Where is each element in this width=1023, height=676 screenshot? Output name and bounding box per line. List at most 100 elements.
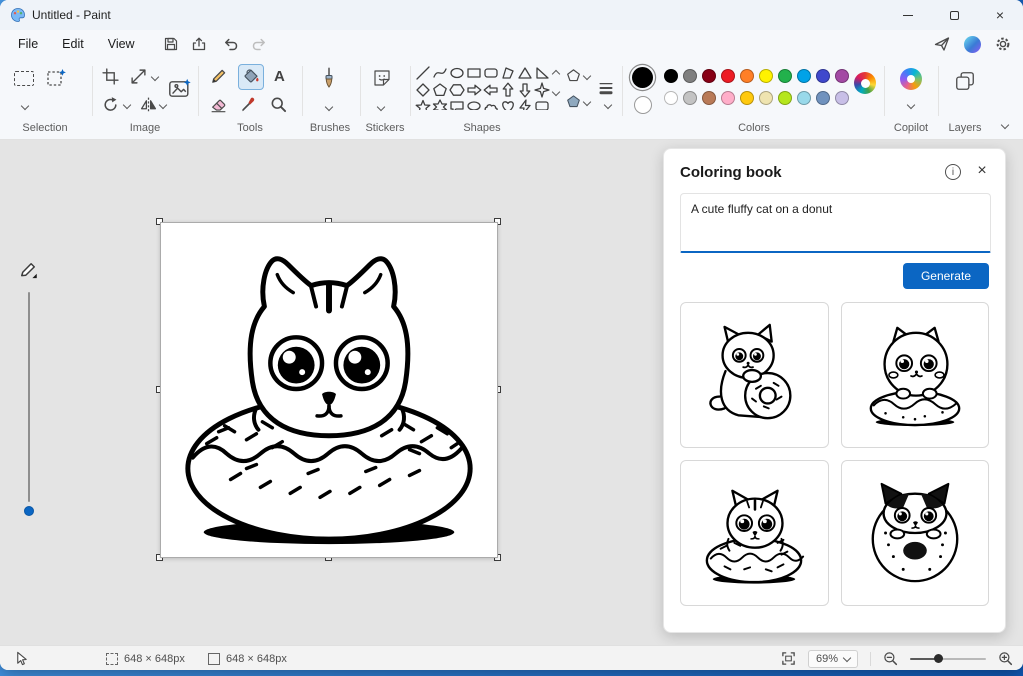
line-size-dropdown[interactable] [598, 80, 614, 96]
color-swatch[interactable] [835, 91, 849, 105]
color-swatch[interactable] [816, 69, 830, 83]
crop-button[interactable] [102, 68, 119, 85]
zoom-out-button[interactable] [883, 651, 898, 666]
stickers-chevron[interactable] [378, 104, 384, 110]
fill-tool-button[interactable] [238, 64, 264, 90]
shape-diamond-button[interactable] [414, 81, 431, 98]
rotate-chevron[interactable] [124, 102, 130, 108]
color-swatch[interactable] [740, 91, 754, 105]
shape-up-arrow-button[interactable] [499, 81, 516, 98]
drawing-canvas[interactable] [160, 222, 498, 558]
shape-oval-bubble-button[interactable] [465, 98, 482, 110]
shape-heart-button[interactable] [499, 98, 516, 110]
zoom-in-button[interactable] [998, 651, 1013, 666]
shape-triangle-button[interactable] [516, 64, 533, 81]
info-icon[interactable]: i [945, 164, 961, 180]
eraser-tool-button[interactable] [210, 96, 227, 113]
color-swatch[interactable] [740, 69, 754, 83]
thumbnail-option-2[interactable] [841, 302, 990, 448]
shape-outline-dropdown[interactable] [566, 68, 581, 83]
color-swatch[interactable] [778, 69, 792, 83]
generate-button[interactable]: Generate [903, 263, 989, 289]
account-avatar[interactable] [964, 36, 981, 53]
minimize-button[interactable] [885, 0, 931, 30]
pen-size-slider-track[interactable] [28, 292, 30, 502]
prompt-input[interactable]: A cute fluffy cat on a donut [680, 193, 991, 253]
shape-rectangle-button[interactable] [465, 64, 482, 81]
shape-fill-dropdown[interactable] [566, 94, 581, 109]
ai-image-button[interactable] [168, 78, 192, 100]
edit-menu[interactable]: Edit [50, 33, 96, 55]
maximize-button[interactable] [931, 0, 977, 30]
color-swatch[interactable] [683, 91, 697, 105]
file-menu[interactable]: File [6, 33, 50, 55]
pen-options-button[interactable] [18, 260, 38, 280]
save-button[interactable] [157, 33, 185, 55]
shape-line-button[interactable] [414, 64, 431, 81]
shapes-scroll-up[interactable] [553, 71, 559, 77]
share-button[interactable] [185, 33, 213, 55]
color-swatch[interactable] [778, 91, 792, 105]
view-menu[interactable]: View [96, 33, 147, 55]
color-swatch[interactable] [797, 91, 811, 105]
color-swatch[interactable] [835, 69, 849, 83]
shape-oval-button[interactable] [448, 64, 465, 81]
color-swatch[interactable] [702, 91, 716, 105]
send-feedback-icon[interactable] [928, 33, 956, 55]
shapes-scroll-down[interactable] [553, 89, 559, 95]
color-swatch[interactable] [664, 69, 678, 83]
shape-down-arrow-button[interactable] [516, 81, 533, 98]
shape-right-arrow-button[interactable] [465, 81, 482, 98]
flip-chevron[interactable] [160, 102, 166, 108]
resize-chevron[interactable] [152, 74, 158, 80]
shape-fill-chevron[interactable] [584, 99, 590, 105]
shape-hexagon-button[interactable] [448, 81, 465, 98]
copilot-button[interactable] [900, 68, 922, 90]
undo-button[interactable] [217, 33, 245, 55]
pencil-tool-button[interactable] [210, 67, 228, 85]
shape-four-point-star-button[interactable] [533, 81, 550, 98]
collapse-ribbon-chevron[interactable] [1002, 122, 1008, 128]
flip-button[interactable] [140, 96, 157, 113]
redo-button[interactable] [245, 33, 273, 55]
shape-rounded-rectangle-button[interactable] [482, 64, 499, 81]
color-swatch[interactable] [721, 91, 735, 105]
settings-gear-icon[interactable] [989, 33, 1017, 55]
shape-cloud-button[interactable] [482, 98, 499, 110]
brushes-button[interactable] [318, 66, 340, 90]
text-tool-button[interactable]: A [274, 68, 285, 85]
brushes-chevron[interactable] [326, 104, 332, 110]
zoom-level-select[interactable]: 69% [808, 650, 858, 668]
shape-curve-button[interactable] [431, 64, 448, 81]
shape-left-arrow-button[interactable] [482, 81, 499, 98]
thumbnail-option-3[interactable] [680, 460, 829, 606]
shape-right-triangle-button[interactable] [533, 64, 550, 81]
panel-close-icon[interactable]: × [973, 162, 991, 180]
shape-five-point-star-button[interactable] [414, 98, 431, 110]
shape-pentagon-button[interactable] [431, 81, 448, 98]
foreground-color-well[interactable] [632, 67, 653, 88]
shape-speech-bubble-button[interactable] [448, 98, 465, 110]
thumbnail-option-1[interactable] [680, 302, 829, 448]
free-select-button[interactable] [46, 67, 68, 89]
shape-outline-chevron[interactable] [584, 73, 590, 79]
background-color-well[interactable] [634, 96, 652, 114]
shape-callout-button[interactable] [533, 98, 550, 110]
zoom-slider-thumb[interactable] [934, 654, 943, 663]
zoom-slider[interactable] [910, 658, 986, 660]
thumbnail-option-4[interactable] [841, 460, 990, 606]
color-swatch[interactable] [797, 69, 811, 83]
layers-button[interactable] [954, 70, 976, 92]
color-swatch[interactable] [721, 69, 735, 83]
selection-options-chevron[interactable] [22, 103, 28, 109]
color-swatch[interactable] [702, 69, 716, 83]
color-swatch[interactable] [759, 91, 773, 105]
resize-button[interactable] [130, 68, 147, 85]
shape-lightning-button[interactable] [516, 98, 533, 110]
edit-colors-button[interactable] [854, 72, 876, 94]
close-button[interactable]: × [977, 0, 1023, 30]
rectangle-select-button[interactable] [14, 71, 34, 86]
color-swatch[interactable] [816, 91, 830, 105]
stickers-button[interactable] [372, 68, 392, 88]
shape-polygon-button[interactable] [499, 64, 516, 81]
